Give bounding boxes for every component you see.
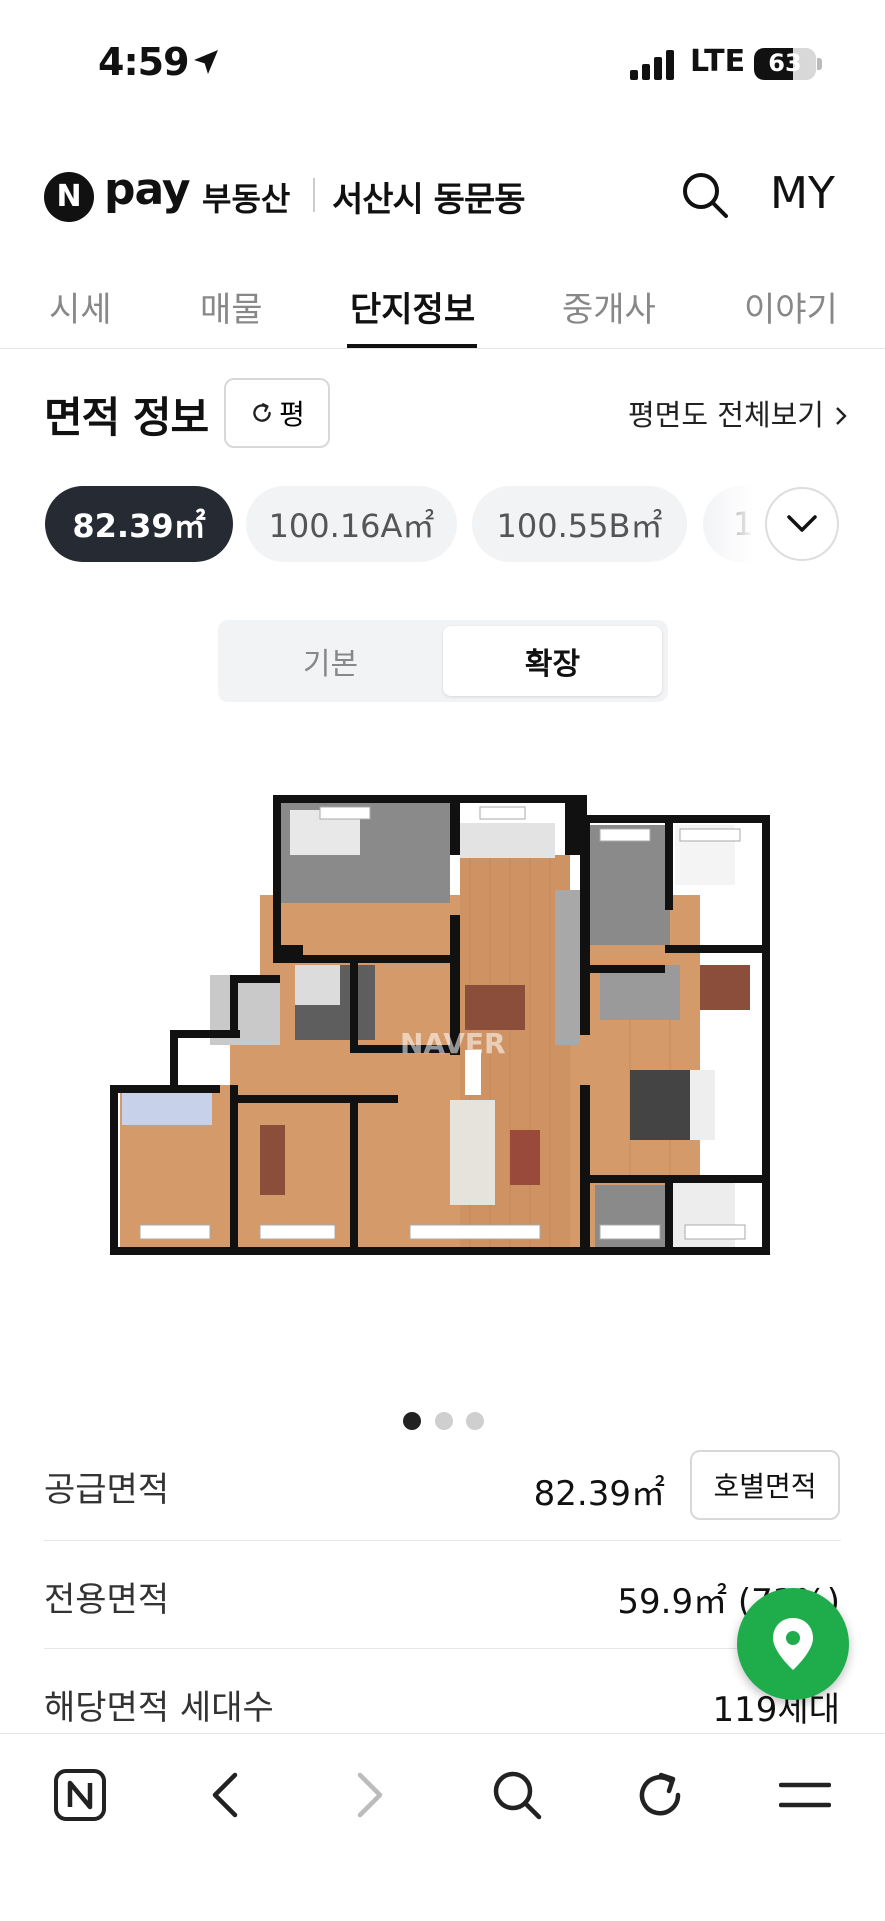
pagination-dot-1[interactable] <box>403 1412 421 1430</box>
supply-area-label: 공급면적 <box>44 1470 170 1510</box>
signal-icon <box>630 50 674 80</box>
section-title: 면적 정보 <box>44 393 209 442</box>
menu-button[interactable] <box>770 1760 840 1830</box>
refresh-icon <box>253 403 271 422</box>
menu-icon <box>779 1782 831 1808</box>
pyeong-label: 평 <box>279 398 305 431</box>
forward-button[interactable] <box>335 1760 405 1830</box>
floorplan-all-link[interactable]: 평면도 전체보기 <box>628 392 849 434</box>
chevron-down-icon <box>787 515 817 532</box>
back-icon <box>212 1772 238 1818</box>
pyeong-toggle-button[interactable]: 평 <box>224 378 330 448</box>
forward-icon <box>357 1772 383 1818</box>
naver-logo-icon[interactable]: N <box>44 172 94 222</box>
search-icon[interactable] <box>680 170 730 220</box>
map-button[interactable] <box>737 1588 849 1700</box>
brand-service[interactable]: 부동산 <box>202 174 290 220</box>
battery-icon: 63 <box>754 48 816 80</box>
row-divider <box>44 1648 841 1649</box>
exclusive-area-label: 전용면적 <box>44 1580 170 1620</box>
naver-watermark: NAVER <box>400 1027 506 1060</box>
network-type: LTE <box>690 44 746 79</box>
reload-button[interactable] <box>625 1760 695 1830</box>
status-time: 4:59 <box>98 40 190 84</box>
pagination-dot-3[interactable] <box>466 1412 484 1430</box>
supply-area-value: 82.39㎡ <box>533 1474 665 1514</box>
area-chip-100b[interactable]: 100.55B㎡ <box>472 486 687 562</box>
back-button[interactable] <box>190 1760 260 1830</box>
household-count-label: 해당면적 세대수 <box>44 1688 274 1728</box>
tab-agents[interactable]: 중개사 <box>562 282 656 331</box>
view-toggle-basic[interactable]: 기본 <box>218 620 443 702</box>
unit-area-button[interactable]: 호별면적 <box>690 1450 840 1520</box>
view-toggle-extended[interactable]: 확장 <box>443 626 662 696</box>
tab-price[interactable]: 시세 <box>49 282 112 331</box>
naver-home-button[interactable] <box>45 1760 115 1830</box>
floor-plan-image[interactable]: NAVER <box>110 795 776 1315</box>
tab-stories[interactable]: 이야기 <box>744 282 838 331</box>
pagination-dot-2[interactable] <box>435 1412 453 1430</box>
area-chip-100a[interactable]: 100.16A㎡ <box>246 486 457 562</box>
battery-level: 63 <box>768 49 802 77</box>
tab-listings[interactable]: 매물 <box>200 282 263 331</box>
row-divider <box>44 1540 841 1541</box>
expand-chips-button[interactable] <box>765 487 839 561</box>
browser-toolbar <box>0 1733 885 1921</box>
reload-icon <box>639 1772 681 1816</box>
tab-divider <box>0 348 885 349</box>
area-chip-82[interactable]: 82.39㎡ <box>45 486 233 562</box>
map-pin-icon <box>773 1618 813 1670</box>
battery-cap <box>817 58 822 70</box>
my-button[interactable]: MY <box>770 168 835 219</box>
naver-home-icon <box>54 1769 106 1821</box>
location-title[interactable]: 서산시 동문동 <box>332 172 526 221</box>
brand-pay[interactable]: pay <box>104 164 191 215</box>
search-icon <box>493 1771 542 1820</box>
tab-complex-info[interactable]: 단지정보 <box>350 282 475 331</box>
header-divider <box>313 178 315 212</box>
floorplan-link-label: 평면도 전체보기 <box>628 398 824 432</box>
location-arrow-icon <box>194 50 218 74</box>
chevron-right-icon <box>836 407 847 425</box>
toolbar-search-button[interactable] <box>482 1760 552 1830</box>
